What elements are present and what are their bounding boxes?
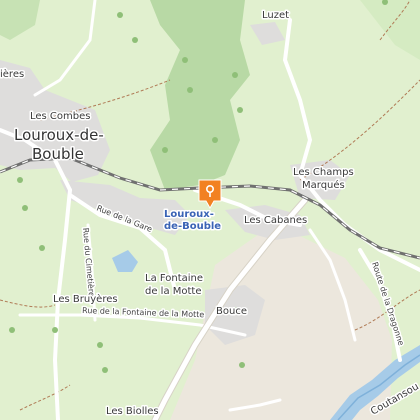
- label-les-combes: Les Combes: [30, 111, 91, 122]
- label-louroux-line2: Bouble: [32, 145, 84, 163]
- label-les-bruyeres: Les Bruyères: [53, 293, 118, 305]
- label-la-fontaine-line2: de la Motte: [145, 286, 202, 297]
- map-canvas[interactable]: Louroux-de- Bouble ières Les Combes Luze…: [0, 0, 420, 420]
- label-la-fontaine-line1: La Fontaine: [145, 273, 203, 284]
- label-les-champs-line1: Les Champs: [293, 167, 354, 178]
- label-les-champs-line2: Marqués: [302, 179, 345, 191]
- label-bouce: Bouce: [216, 306, 247, 317]
- marker-label-line2[interactable]: de-Bouble: [163, 220, 223, 234]
- label-luzet: Luzet: [262, 10, 289, 21]
- label-les-cabanes: Les Cabanes: [244, 215, 307, 226]
- label-les-biolles: Les Biolles: [106, 406, 159, 417]
- label-lieres: ières: [0, 68, 24, 80]
- label-louroux-line1: Louroux-de-: [14, 126, 104, 144]
- marker-label-line1[interactable]: Louroux-: [163, 208, 216, 222]
